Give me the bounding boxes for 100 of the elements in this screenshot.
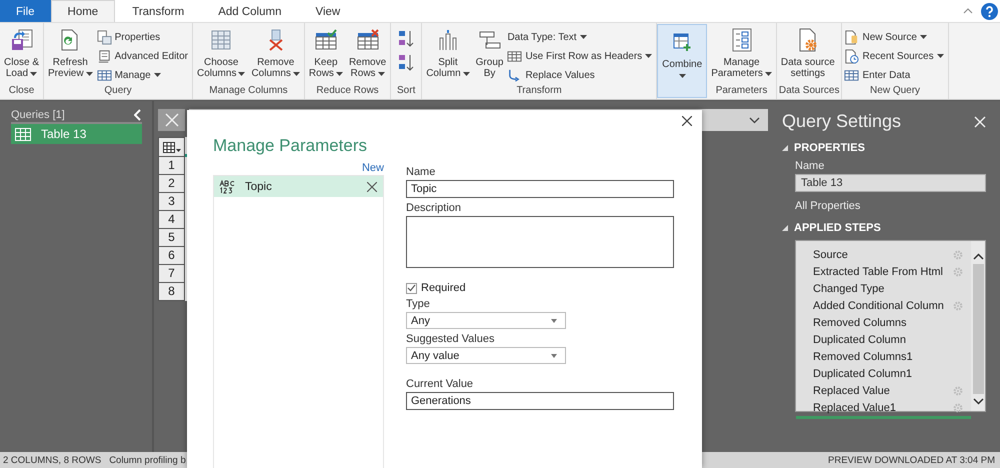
chevron-down-icon[interactable]	[972, 398, 984, 405]
caret-icon	[551, 318, 557, 322]
current-value-field[interactable]: Generations	[406, 392, 674, 410]
caret-icon	[764, 72, 772, 76]
caret-icon	[678, 74, 686, 78]
applied-step[interactable]: Duplicated Column1	[796, 365, 971, 382]
caret-icon	[30, 72, 38, 76]
caret-icon	[936, 54, 944, 58]
ribbon-button[interactable]: Enter Data	[844, 66, 946, 84]
ribbon-tab[interactable]: Add Column	[201, 0, 298, 22]
recent-sources-icon	[844, 48, 860, 64]
ribbon-tab[interactable]: Home	[50, 0, 116, 22]
section-heading: PROPERTIES	[794, 142, 865, 154]
row-number: 5	[158, 229, 185, 247]
field-label: Current Value	[406, 378, 474, 390]
name-field[interactable]: Table 13	[795, 174, 986, 192]
applied-step[interactable]: Added Conditional Column	[796, 297, 971, 314]
caret-icon	[462, 72, 470, 76]
gear-icon[interactable]	[953, 402, 963, 412]
ribbon-button[interactable]: Choose Columns	[194, 25, 248, 79]
ribbon-button[interactable]: Group By	[474, 25, 506, 79]
parameter-item[interactable]: Topic	[214, 176, 383, 197]
description-field[interactable]	[406, 216, 674, 268]
step-label: Replaced Value	[813, 384, 890, 396]
step-label: Source	[813, 248, 848, 260]
row-number: 7	[158, 265, 185, 283]
close-icon	[164, 113, 178, 127]
chevron-up-icon[interactable]	[972, 253, 984, 260]
ribbon-button[interactable]: Advanced Editor	[96, 47, 190, 65]
expander-icon[interactable]	[782, 145, 788, 151]
ribbon-button[interactable]: Refresh Preview	[46, 25, 95, 79]
ribbon-button[interactable]: Remove Rows	[346, 25, 388, 79]
sort-ascending-icon[interactable]	[398, 29, 414, 49]
applied-step[interactable]: Source	[796, 246, 971, 263]
table-icon	[507, 48, 522, 64]
ribbon-tab[interactable]: File	[0, 0, 51, 22]
applied-step[interactable]: Replaced Value1	[796, 399, 971, 419]
row-number: 1	[158, 157, 185, 175]
applied-step[interactable]: Duplicated Column	[796, 331, 971, 348]
step-label: Replaced Value1	[813, 402, 896, 414]
applied-step[interactable]: Changed Type	[796, 280, 971, 297]
chevron-down-icon[interactable]	[749, 116, 760, 124]
table-icon	[844, 68, 860, 82]
group-label: Reduce Rows	[315, 84, 380, 98]
help-icon[interactable]	[981, 2, 998, 20]
caret-icon	[154, 73, 161, 77]
row-number: 6	[158, 247, 185, 265]
group-label: Sort	[396, 84, 416, 98]
ribbon-button[interactable]: Manage Parameters	[709, 25, 774, 79]
type-dropdown[interactable]: Any	[406, 312, 566, 329]
ribbon-button[interactable]: Properties	[96, 28, 190, 46]
group-label: New Query	[869, 84, 922, 98]
ribbon-tab[interactable]: Transform	[115, 0, 202, 22]
ribbon-button[interactable]: Use First Row as Headers	[507, 47, 654, 65]
ribbon-button[interactable]: Recent Sources	[844, 47, 946, 65]
field-label: Name	[406, 166, 436, 178]
ribbon-button[interactable]: Keep Rows	[306, 25, 345, 79]
ribbon-tab[interactable]: View	[298, 0, 358, 22]
ribbon-button[interactable]: New Source	[844, 28, 946, 46]
field-label: Type	[406, 298, 431, 310]
status-text: 2 COLUMNS, 8 ROWS	[3, 454, 102, 466]
group-label: Data Sources	[778, 84, 840, 98]
step-label: Changed Type	[813, 282, 884, 294]
ribbon-button[interactable]: Data Type: Text	[507, 28, 654, 46]
caret-icon	[292, 72, 300, 76]
ribbon-button[interactable]: Replace Values	[507, 66, 654, 84]
ribbon-button[interactable]: Remove Columns	[249, 25, 302, 79]
sort-descending-icon[interactable]	[398, 53, 414, 73]
ribbon-button[interactable]: Manage	[96, 66, 190, 84]
applied-step[interactable]: Replaced Value	[796, 382, 971, 399]
caret-icon	[551, 354, 557, 358]
step-label: Removed Columns1	[813, 350, 913, 362]
ribbon-button[interactable]: Split Column	[424, 25, 472, 79]
dialog-title: Manage Parameters	[213, 136, 368, 156]
status-text: Column profiling b	[109, 454, 186, 466]
ribbon-button[interactable]: Combine	[660, 27, 704, 78]
ribbon-button[interactable]: Close & Load	[2, 25, 42, 79]
collapse-icon[interactable]	[134, 109, 142, 121]
scrollbar[interactable]	[971, 241, 985, 411]
table-icon	[96, 68, 112, 82]
expander-icon[interactable]	[782, 225, 788, 231]
table-icon	[162, 142, 180, 152]
delete-icon[interactable]	[367, 182, 377, 192]
table-menu-button[interactable]	[158, 137, 185, 157]
cancel-button[interactable]	[158, 109, 185, 131]
caret-icon	[920, 35, 927, 39]
all-properties-link[interactable]: All Properties	[795, 200, 986, 212]
suggested-values-dropdown[interactable]: Any value	[406, 347, 566, 364]
close-icon[interactable]	[682, 116, 692, 126]
any-type-icon	[219, 180, 235, 194]
applied-step[interactable]: Extracted Table From Html	[796, 263, 971, 280]
ribbon-button[interactable]: Data source settings	[778, 25, 837, 79]
required-checkbox[interactable]	[406, 282, 417, 294]
remove-rows-icon	[356, 28, 380, 52]
row-number: 4	[158, 211, 185, 229]
applied-step[interactable]: Removed Columns1	[796, 348, 971, 365]
new-link[interactable]: New	[362, 162, 384, 174]
name-field[interactable]: Topic	[406, 180, 674, 198]
replace-icon	[507, 68, 522, 82]
applied-step[interactable]: Removed Columns	[796, 314, 971, 331]
